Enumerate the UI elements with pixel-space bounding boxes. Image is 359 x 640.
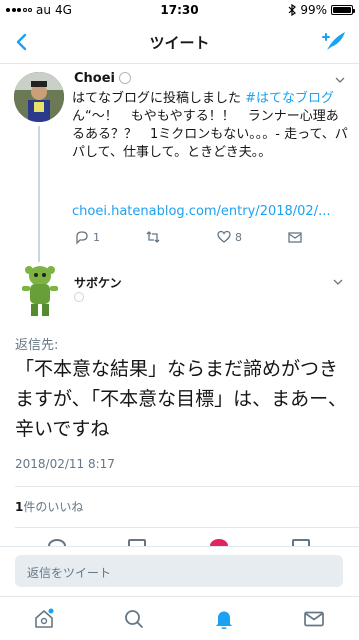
divider (15, 527, 359, 528)
reply-count: 1 (93, 230, 100, 244)
heart-icon (217, 230, 231, 243)
tweet-timestamp: 2018/02/11 8:17 (15, 457, 115, 471)
tweet-text-body: ん“〜！ もやもやする！！ ランナー心理あるある？？ 1ミクロンもない。。。- … (72, 109, 348, 160)
reply-action[interactable]: 1 (74, 229, 100, 245)
chevron-down-icon[interactable] (334, 74, 346, 86)
mascot-avatar (22, 266, 58, 316)
status-right: 99% (288, 3, 355, 17)
tweet-link[interactable]: choei.hatenablog.com/entry/2018/02/... (72, 204, 348, 219)
like-count: 8 (235, 230, 242, 244)
envelope-icon (288, 232, 302, 243)
nav-bar: ツイート (0, 20, 359, 64)
likes-label: 件のいいね (23, 500, 84, 514)
messages-icon[interactable] (302, 607, 326, 631)
avatar[interactable] (14, 72, 64, 122)
protected-icon (119, 72, 131, 84)
tweet-text: はてなブログに投稿しました #はてなブログ ん“〜！ もやもやする！！ ランナー… (72, 90, 348, 162)
bluetooth-icon (288, 4, 297, 16)
reply-input[interactable]: 返信をツイート (15, 555, 343, 587)
battery-icon (331, 5, 355, 15)
reply-to-label: 返信先: (15, 338, 59, 353)
avatar-photo (14, 72, 64, 122)
author-name[interactable]: サボケン (74, 274, 122, 291)
chevron-down-icon[interactable] (332, 276, 344, 288)
hashtag-link[interactable]: #はてなブログ (245, 91, 334, 106)
avatar[interactable] (18, 262, 62, 318)
notifications-icon[interactable] (212, 607, 236, 631)
dm-action[interactable] (287, 229, 303, 245)
thread-line (38, 126, 40, 262)
tweet-text: 「不本意な結果」ならまだ諦めがつきますが、「不本意な目標」は、まあー、辛いですね (15, 358, 347, 440)
reply-bar: 返信をツイート (0, 546, 359, 596)
retweet-action[interactable] (145, 229, 164, 245)
divider (15, 486, 359, 487)
author-name[interactable]: Choei (74, 71, 115, 86)
protected-icon (74, 292, 84, 302)
tweet-text-prefix: はてなブログに投稿しました (72, 91, 246, 106)
compose-tweet-icon[interactable] (321, 28, 349, 56)
tab-bar (0, 596, 359, 640)
likes-count[interactable]: 1件のいいね (15, 498, 83, 515)
search-icon[interactable] (122, 607, 146, 631)
reply-icon (76, 231, 88, 245)
page-title: ツイート (149, 34, 210, 52)
status-bar: au 4G 17:30 99% (0, 0, 359, 20)
home-icon[interactable] (32, 607, 56, 631)
battery-percent: 99% (300, 3, 327, 17)
like-action[interactable]: 8 (216, 229, 242, 245)
retweet-icon (146, 231, 160, 243)
